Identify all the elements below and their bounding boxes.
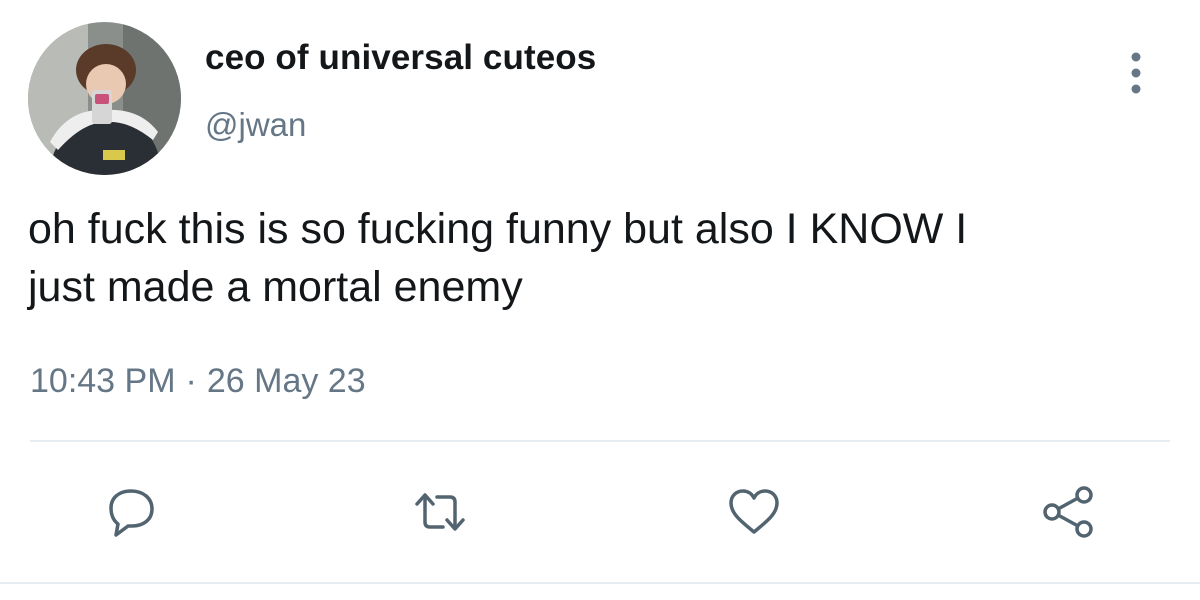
bottom-divider	[0, 582, 1200, 584]
reply-button[interactable]	[103, 484, 159, 540]
retweet-icon	[415, 493, 465, 531]
share-button[interactable]	[1040, 484, 1096, 540]
display-name[interactable]: ceo of universal cuteos	[205, 38, 596, 78]
avatar[interactable]	[28, 22, 181, 175]
heart-icon	[729, 489, 779, 534]
divider	[30, 440, 1170, 442]
reply-icon	[109, 489, 154, 537]
meta-separator: ·	[185, 362, 197, 400]
tweet-time: 10:43 PM	[30, 362, 176, 400]
user-handle[interactable]: @jwan	[205, 106, 306, 144]
retweet-button[interactable]	[412, 484, 468, 540]
tweet-text: oh fuck this is so fucking funny but als…	[28, 205, 968, 311]
avatar-photo	[28, 22, 181, 175]
more-options-button[interactable]	[1118, 46, 1154, 104]
tweet-date: 26 May 23	[206, 362, 366, 400]
tweet-timestamp[interactable]: 10:43 PM · 26 May 23	[30, 362, 366, 401]
more-vertical-icon	[1131, 52, 1141, 94]
like-button[interactable]	[726, 484, 782, 540]
tweet-card: ceo of universal cuteos @jwan oh fuck th…	[0, 0, 1200, 600]
share-icon	[1043, 486, 1093, 538]
